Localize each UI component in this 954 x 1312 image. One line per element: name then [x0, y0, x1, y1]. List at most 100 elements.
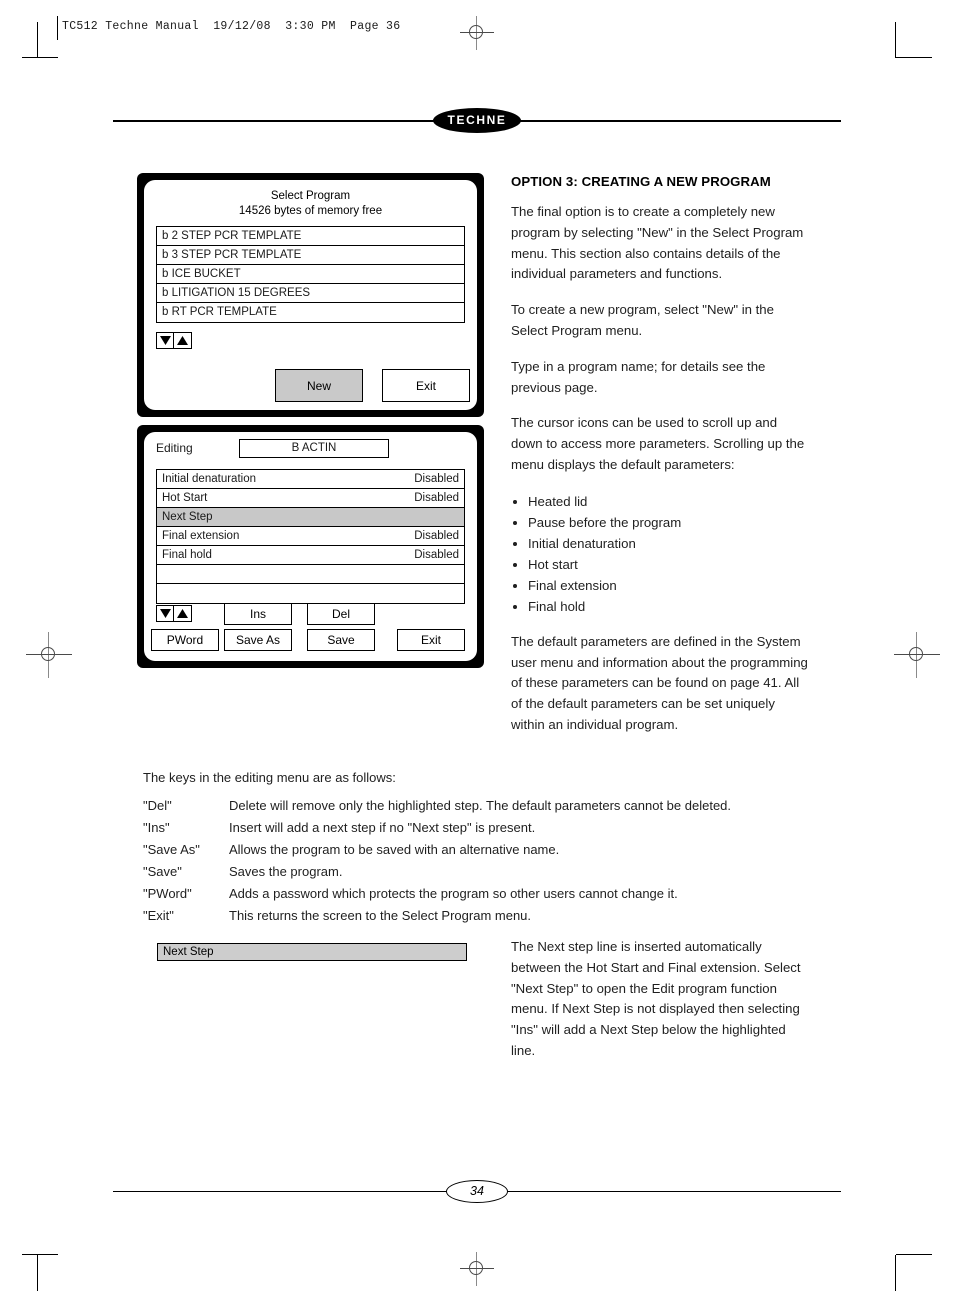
key-description: Insert will add a next step if no "Next …: [229, 820, 536, 835]
editing-screen-inner: Editing B ACTIN Initial denaturation Dis…: [144, 432, 477, 661]
article-column: OPTION 3: CREATING A NEW PROGRAM The fin…: [511, 174, 811, 751]
table-row-empty[interactable]: [157, 584, 464, 603]
row-value: Disabled: [414, 549, 459, 561]
select-program-screen: Select Program 14526 bytes of memory fre…: [137, 173, 484, 417]
table-row: "Del" Delete will remove only the highli…: [143, 798, 818, 820]
program-name-field[interactable]: B ACTIN: [239, 439, 389, 458]
table-row-selected[interactable]: Next Step: [157, 508, 464, 527]
list-item[interactable]: b ICE BUCKET: [157, 265, 464, 284]
trim-mark-top-right-h: [896, 57, 932, 58]
table-row: "PWord" Adds a password which protects t…: [143, 886, 818, 908]
key-name: "Save": [143, 864, 182, 879]
list-item: Pause before the program: [528, 512, 811, 533]
registration-mark-left: [26, 632, 72, 678]
row-label: Hot Start: [162, 492, 208, 504]
row-label: Next Step: [162, 511, 213, 523]
registration-mark-bottom: [460, 1252, 494, 1286]
list-item: Hot start: [528, 554, 811, 575]
editing-mode-label: Editing: [156, 441, 193, 455]
key-description: Delete will remove only the highlighted …: [229, 798, 732, 813]
scroll-arrows[interactable]: [156, 332, 193, 349]
save-button[interactable]: Save: [307, 629, 375, 651]
trim-mark-top-left-v: [37, 22, 38, 58]
down-triangle-icon[interactable]: [156, 332, 175, 349]
key-name: "Del": [143, 798, 172, 813]
row-label: Final extension: [162, 530, 240, 542]
trim-mark-top-right-v: [895, 22, 896, 58]
list-item: Final extension: [528, 575, 811, 596]
list-item[interactable]: b 2 STEP PCR TEMPLATE: [157, 227, 464, 246]
page-title: OPTION 3: CREATING A NEW PROGRAM: [511, 174, 771, 189]
techne-logo: TECHNE: [433, 108, 521, 133]
key-name: "Ins": [143, 820, 170, 835]
key-name: "Save As": [143, 842, 200, 857]
select-program-screen-inner: Select Program 14526 bytes of memory fre…: [144, 180, 477, 410]
keys-definition-table: "Del" Delete will remove only the highli…: [143, 798, 818, 930]
next-step-highlight-bar: Next Step: [157, 943, 467, 961]
paragraph: The cursor icons can be used to scroll u…: [511, 415, 805, 472]
table-row: "Save As" Allows the program to be saved…: [143, 842, 818, 864]
down-triangle-icon[interactable]: [156, 605, 175, 622]
pword-button[interactable]: PWord: [151, 629, 219, 651]
list-item: Initial denaturation: [528, 533, 811, 554]
table-row: "Exit" This returns the screen to the Se…: [143, 908, 818, 930]
key-description: Allows the program to be saved with an a…: [229, 842, 560, 857]
list-item[interactable]: b 3 STEP PCR TEMPLATE: [157, 246, 464, 265]
row-value: Disabled: [414, 530, 459, 542]
list-item[interactable]: b RT PCR TEMPLATE: [157, 303, 464, 322]
masthead: TECHNE: [113, 108, 841, 134]
table-row: "Ins" Insert will add a next step if no …: [143, 820, 818, 842]
key-description: This returns the screen to the Select Pr…: [229, 908, 532, 923]
trim-mark-bottom-right-h: [896, 1254, 932, 1255]
key-description: Saves the program.: [229, 864, 343, 879]
up-triangle-icon[interactable]: [173, 332, 193, 349]
page-number: 34: [446, 1180, 508, 1203]
trim-mark-bottom-right-v: [895, 1255, 896, 1291]
ins-button[interactable]: Ins: [224, 603, 292, 625]
del-button[interactable]: Del: [307, 603, 375, 625]
trim-mark-bottom-left-v: [37, 1255, 38, 1291]
default-parameters-list: Heated lid Pause before the program Init…: [511, 491, 811, 617]
row-value: Disabled: [414, 473, 459, 485]
table-row[interactable]: Initial denaturation Disabled: [157, 470, 464, 489]
paragraph: Type in a program name; for details see …: [511, 358, 766, 395]
list-item[interactable]: b LITIGATION 15 DEGREES: [157, 284, 464, 303]
keys-intro-text: The keys in the editing menu are as foll…: [143, 770, 396, 785]
registration-mark-top: [460, 16, 494, 50]
program-list[interactable]: b 2 STEP PCR TEMPLATE b 3 STEP PCR TEMPL…: [156, 226, 465, 323]
row-value: Disabled: [414, 492, 459, 504]
table-row-empty[interactable]: [157, 565, 464, 584]
save-as-button[interactable]: Save As: [224, 629, 292, 651]
key-name: "Exit": [143, 908, 174, 923]
paragraph: The default parameters are defined in th…: [511, 633, 808, 732]
row-label: Final hold: [162, 549, 212, 561]
list-item: Final hold: [528, 596, 811, 617]
paragraph: The final option is to create a complete…: [511, 204, 804, 282]
next-step-description: The Next step line is inserted automatic…: [511, 939, 801, 1058]
editing-screen: Editing B ACTIN Initial denaturation Dis…: [137, 425, 484, 668]
paragraph: To create a new program, select "New" in…: [511, 302, 774, 338]
parameter-list[interactable]: Initial denaturation Disabled Hot Start …: [156, 469, 465, 604]
manual-page: TC512 Techne Manual 19/12/08 3:30 PM Pag…: [0, 0, 954, 1312]
print-header-stamp: TC512 Techne Manual 19/12/08 3:30 PM Pag…: [62, 20, 401, 33]
trim-mark-top-left-h: [22, 57, 58, 58]
select-program-title: Select Program: [270, 190, 351, 202]
up-triangle-icon[interactable]: [173, 605, 193, 622]
memory-free-label: 14526 bytes of memory free: [238, 205, 383, 217]
table-row[interactable]: Hot Start Disabled: [157, 489, 464, 508]
list-item: Heated lid: [528, 491, 811, 512]
header-divider: [57, 16, 58, 40]
table-row[interactable]: Final extension Disabled: [157, 527, 464, 546]
key-description: Adds a password which protects the progr…: [229, 886, 678, 901]
table-row: "Save" Saves the program.: [143, 864, 818, 886]
registration-mark-right: [894, 632, 940, 678]
table-row[interactable]: Final hold Disabled: [157, 546, 464, 565]
row-label: Initial denaturation: [162, 473, 256, 485]
page-footer: 34: [113, 1180, 841, 1204]
scroll-arrows[interactable]: [156, 605, 193, 622]
new-button[interactable]: New: [275, 369, 363, 402]
trim-mark-bottom-left-h: [22, 1254, 58, 1255]
key-name: "PWord": [143, 886, 192, 901]
exit-button[interactable]: Exit: [397, 629, 465, 651]
exit-button[interactable]: Exit: [382, 369, 470, 402]
